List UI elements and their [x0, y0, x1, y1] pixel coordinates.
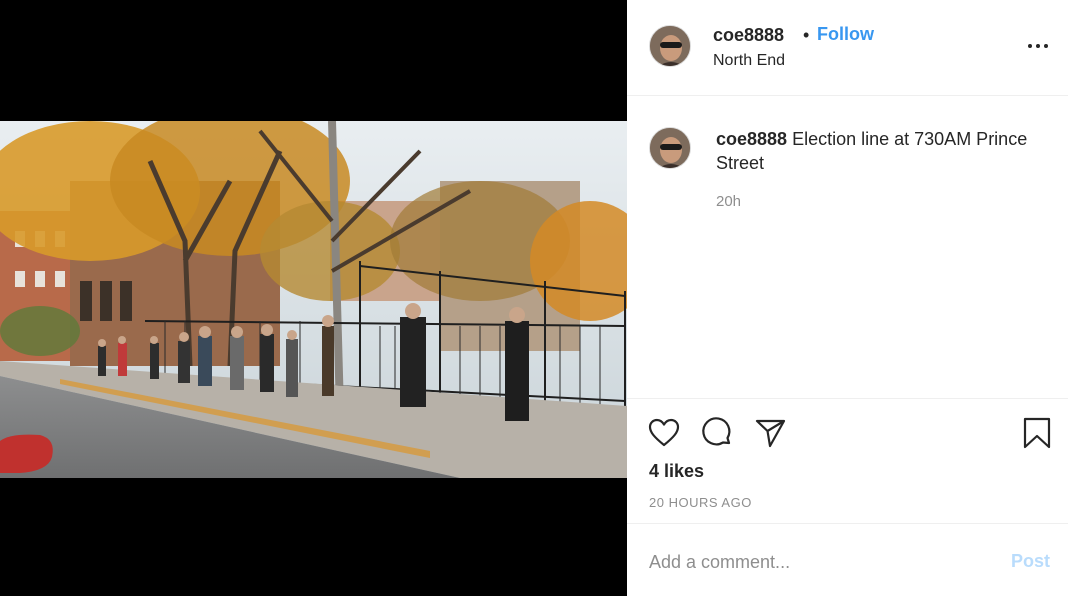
post-side-panel: coe8888 • Follow North End coe8888 Elect…	[627, 0, 1068, 596]
bookmark-icon[interactable]	[1020, 416, 1054, 450]
caption-area: coe8888 Election line at 730AM Prince St…	[627, 97, 1068, 399]
post-location[interactable]: North End	[713, 52, 785, 70]
likes-count[interactable]: 4 likes	[649, 461, 704, 482]
comment-input[interactable]	[649, 549, 989, 575]
post-time-ago[interactable]: 20 HOURS AGO	[649, 495, 752, 510]
post-photo[interactable]	[0, 121, 627, 478]
heart-icon[interactable]	[647, 416, 681, 450]
avatar[interactable]	[649, 25, 691, 67]
post-actions: 4 likes 20 HOURS AGO	[627, 400, 1068, 524]
comment-icon[interactable]	[700, 416, 734, 450]
share-icon[interactable]	[753, 416, 787, 450]
separator-dot: •	[803, 25, 810, 45]
photo-image	[0, 121, 627, 478]
caption-timestamp[interactable]: 20h	[716, 193, 741, 210]
avatar-image	[650, 26, 690, 66]
comment-bar: Post	[627, 525, 1068, 596]
caption-avatar[interactable]	[649, 127, 691, 169]
post-comment-button[interactable]: Post	[1011, 551, 1050, 572]
caption-username[interactable]: coe8888	[716, 129, 787, 149]
post-header: coe8888 • Follow North End	[627, 0, 1068, 96]
avatar-image	[650, 128, 690, 168]
follow-button[interactable]: Follow	[817, 24, 874, 45]
caption-text: coe8888 Election line at 730AM Prince St…	[716, 127, 1061, 175]
media-pane	[0, 0, 627, 596]
post-username[interactable]: coe8888	[713, 25, 784, 46]
more-options-icon[interactable]	[1026, 36, 1050, 56]
